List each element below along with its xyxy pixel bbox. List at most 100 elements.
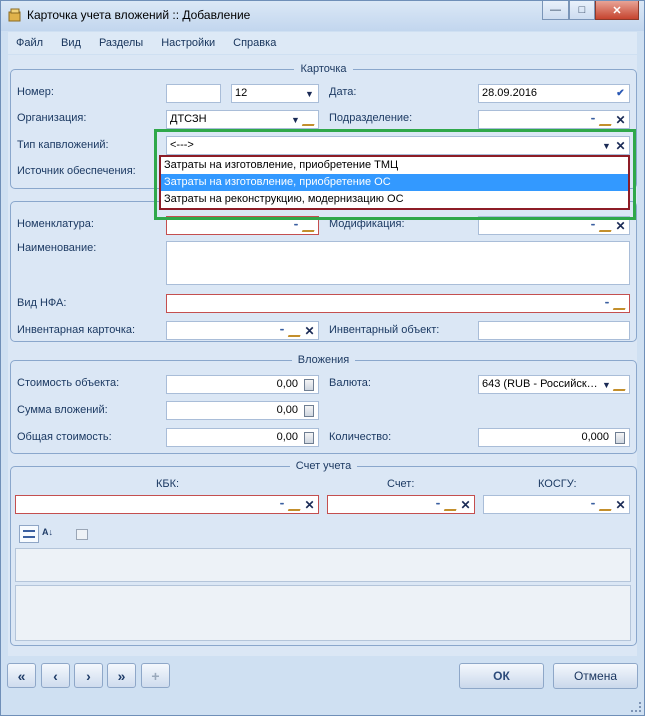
calculator-icon[interactable] bbox=[302, 404, 315, 417]
sort-az-icon: A↓ bbox=[42, 527, 53, 537]
kosgu-label: КОСГУ: bbox=[538, 478, 577, 490]
browse-icon[interactable] bbox=[275, 498, 288, 511]
date-input[interactable]: 28.09.2016 ✔ bbox=[478, 84, 630, 103]
calculator-icon[interactable] bbox=[613, 431, 626, 444]
kbk-input[interactable]: ✕ bbox=[15, 495, 319, 514]
menu-sections[interactable]: Разделы bbox=[99, 37, 143, 49]
total-cost-label: Общая стоимость: bbox=[17, 431, 112, 443]
nfa-type-input[interactable] bbox=[166, 294, 630, 313]
close-button[interactable]: ✕ bbox=[595, 1, 639, 20]
menu-help[interactable]: Справка bbox=[233, 37, 276, 49]
kosgu-input[interactable]: ✕ bbox=[483, 495, 630, 514]
browse-icon[interactable] bbox=[586, 498, 599, 511]
clear-icon[interactable]: ✕ bbox=[614, 498, 627, 511]
browse-icon[interactable] bbox=[600, 297, 613, 310]
name-textarea[interactable] bbox=[166, 241, 630, 285]
clear-icon[interactable]: ✕ bbox=[303, 324, 316, 337]
ok-button[interactable]: ОК bbox=[459, 663, 544, 689]
sort-az-button[interactable]: A↓ bbox=[41, 525, 61, 543]
menu-bar: Файл Вид Разделы Настройки Справка bbox=[8, 32, 637, 54]
chevron-right-icon: › bbox=[86, 667, 91, 684]
chevron-down-icon[interactable]: ▼ bbox=[600, 378, 613, 391]
name-label: Наименование: bbox=[17, 242, 97, 254]
list-view-icon bbox=[23, 530, 35, 538]
source-label: Источник обеспечения: bbox=[17, 165, 136, 177]
menu-file[interactable]: Файл bbox=[16, 37, 43, 49]
add-record-button[interactable]: + bbox=[141, 663, 170, 688]
organization-select[interactable]: ДТСЗН ▼ bbox=[166, 110, 319, 129]
property-description bbox=[15, 585, 631, 641]
edit-icon[interactable] bbox=[598, 498, 615, 511]
previous-record-button[interactable]: ‹ bbox=[41, 663, 70, 688]
nomenclature-label: Номенклатура: bbox=[17, 218, 94, 230]
resize-grip-icon[interactable] bbox=[631, 702, 641, 712]
plus-icon: + bbox=[151, 667, 160, 684]
inventory-card-input[interactable]: ✕ bbox=[166, 321, 319, 340]
investment-sum-label: Сумма вложений: bbox=[17, 404, 108, 416]
chevron-down-icon[interactable]: ▼ bbox=[303, 87, 316, 100]
browse-icon[interactable] bbox=[289, 219, 302, 232]
edit-icon[interactable] bbox=[598, 113, 615, 126]
menu-settings[interactable]: Настройки bbox=[161, 37, 215, 49]
edit-icon[interactable] bbox=[301, 219, 318, 232]
object-cost-input[interactable]: 0,00 bbox=[166, 375, 319, 394]
card-group-title: Карточка bbox=[11, 63, 636, 75]
inventory-card-label: Инвентарная карточка: bbox=[17, 324, 136, 336]
property-pages-button[interactable] bbox=[71, 525, 91, 543]
close-icon: ✕ bbox=[612, 4, 622, 17]
capital-type-label: Тип капвложений: bbox=[17, 139, 109, 151]
chevron-down-icon[interactable]: ▼ bbox=[289, 113, 302, 126]
calculator-icon[interactable] bbox=[302, 431, 315, 444]
checkmark-icon[interactable]: ✔ bbox=[614, 87, 627, 100]
inventory-object-label: Инвентарный объект: bbox=[329, 324, 440, 336]
clear-icon[interactable]: ✕ bbox=[303, 498, 316, 511]
property-pages-icon bbox=[76, 529, 88, 540]
account-input[interactable]: ✕ bbox=[327, 495, 475, 514]
total-cost-input[interactable]: 0,00 bbox=[166, 428, 319, 447]
menu-view[interactable]: Вид bbox=[61, 37, 81, 49]
account-group-title: Счет учета bbox=[11, 460, 636, 472]
edit-icon[interactable] bbox=[612, 378, 629, 391]
maximize-button[interactable]: □ bbox=[569, 1, 595, 20]
last-record-button[interactable]: » bbox=[107, 663, 136, 688]
organization-label: Организация: bbox=[17, 112, 87, 124]
inventory-object-input[interactable] bbox=[478, 321, 630, 340]
clear-icon[interactable]: ✕ bbox=[459, 498, 472, 511]
edit-icon[interactable] bbox=[612, 297, 629, 310]
object-cost-label: Стоимость объекта: bbox=[17, 377, 120, 389]
investment-sum-input[interactable]: 0,00 bbox=[166, 401, 319, 420]
edit-icon[interactable] bbox=[443, 498, 460, 511]
edit-icon[interactable] bbox=[301, 113, 318, 126]
investments-group-title: Вложения bbox=[11, 354, 636, 366]
browse-icon[interactable] bbox=[275, 324, 288, 337]
window: Карточка учета вложений :: Добавление — … bbox=[0, 0, 645, 716]
date-label: Дата: bbox=[329, 86, 357, 98]
double-chevron-right-icon: » bbox=[117, 667, 126, 684]
categorized-view-button[interactable] bbox=[19, 525, 39, 543]
property-grid[interactable] bbox=[15, 548, 631, 582]
maximize-icon: □ bbox=[578, 4, 586, 16]
kbk-label: КБК: bbox=[156, 478, 180, 490]
browse-icon[interactable] bbox=[586, 113, 599, 126]
next-record-button[interactable]: › bbox=[74, 663, 103, 688]
highlight-frame bbox=[154, 129, 636, 220]
chevron-left-icon: ‹ bbox=[53, 667, 58, 684]
currency-select[interactable]: 643 (RUB - Российск… ▼ bbox=[478, 375, 630, 394]
number-input[interactable] bbox=[166, 84, 221, 103]
edit-icon[interactable] bbox=[598, 219, 615, 232]
edit-icon[interactable] bbox=[287, 498, 304, 511]
minimize-button[interactable]: — bbox=[542, 1, 569, 20]
subdivision-input[interactable]: ✕ bbox=[478, 110, 630, 129]
cancel-button[interactable]: Отмена bbox=[553, 663, 638, 689]
clear-icon[interactable]: ✕ bbox=[614, 113, 627, 126]
edit-icon[interactable] bbox=[287, 324, 304, 337]
first-record-button[interactable]: « bbox=[7, 663, 36, 688]
number-suffix-select[interactable]: 12 ▼ bbox=[231, 84, 319, 103]
calculator-icon[interactable] bbox=[302, 378, 315, 391]
quantity-input[interactable]: 0,000 bbox=[478, 428, 630, 447]
browse-icon[interactable] bbox=[586, 219, 599, 232]
clear-icon[interactable]: ✕ bbox=[614, 219, 627, 232]
subdivision-label: Подразделение: bbox=[329, 112, 413, 124]
window-title: Карточка учета вложений :: Добавление bbox=[27, 8, 251, 22]
browse-icon[interactable] bbox=[431, 498, 444, 511]
